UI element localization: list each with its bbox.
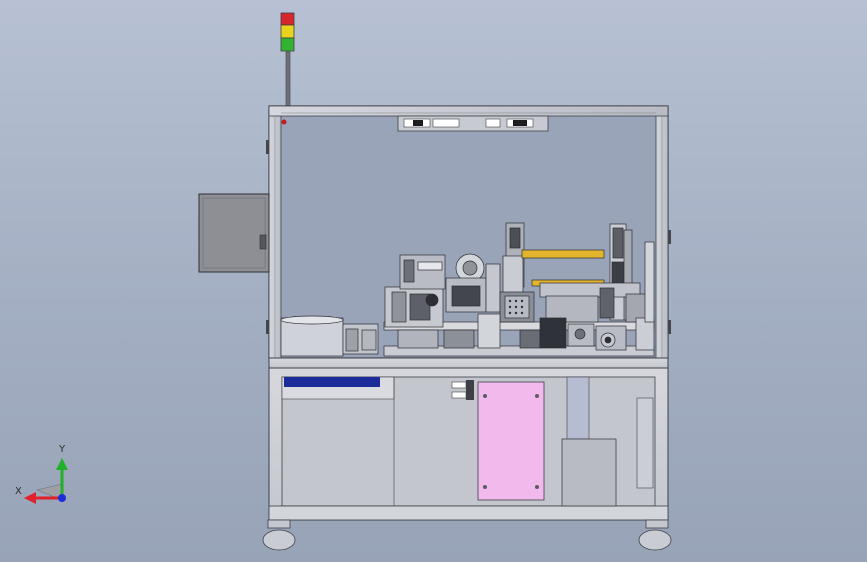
z-axis-dot (58, 494, 66, 502)
cad-viewport[interactable]: Y X (0, 0, 867, 562)
triad-x-label: X (15, 486, 22, 497)
machine-model[interactable] (0, 0, 867, 562)
top-light-bar (397, 115, 549, 132)
tower-light-green (280, 37, 295, 52)
signal-tower (280, 12, 295, 107)
pink-mounting-plate (477, 381, 545, 501)
base-cabinet (262, 357, 672, 551)
triad-y-label: Y (59, 444, 66, 455)
control-box (198, 193, 270, 273)
tower-light-red (280, 12, 295, 26)
view-triad[interactable] (24, 458, 68, 504)
tower-light-yellow (280, 24, 295, 39)
